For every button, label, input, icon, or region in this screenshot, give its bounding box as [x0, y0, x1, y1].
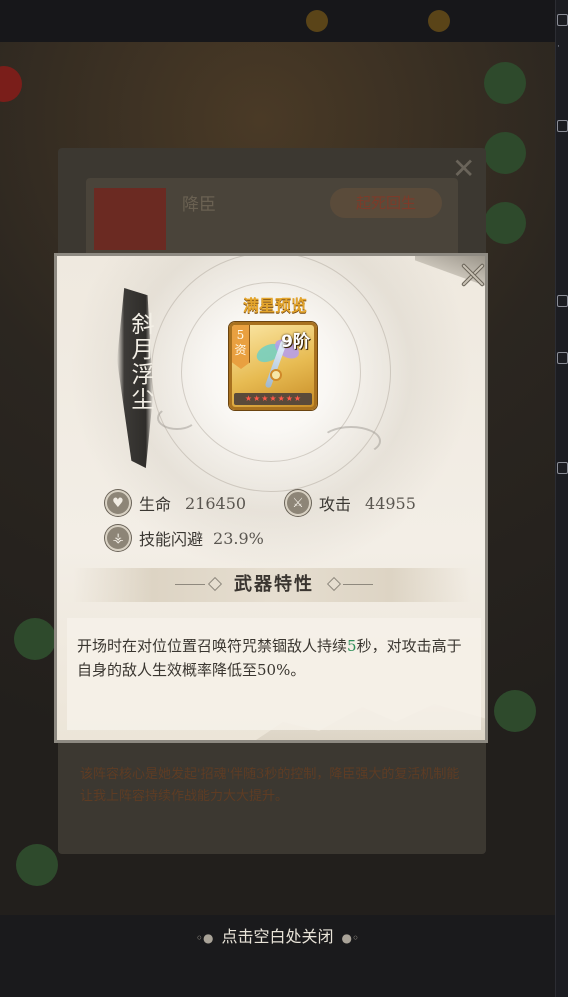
- top-bar: [0, 0, 555, 42]
- background-revive-button: 起死回生: [330, 188, 442, 218]
- close-button[interactable]: [455, 258, 485, 292]
- side-orb-icon: [484, 132, 526, 174]
- ink-swirl: [321, 426, 381, 456]
- stat-label: 生命: [139, 495, 172, 514]
- sidebar-checkbox: [557, 295, 568, 307]
- sidebar-checkbox: [557, 352, 568, 364]
- weapon-preview-modal: 斜月浮尘 满星预览 5资 9阶 ★ ★ ★ ★ ★ ★ ★ ♥ 生命 216450 ⚔ 攻击…: [54, 253, 488, 743]
- section-divider: [343, 584, 373, 585]
- sidebar-glyph: ·: [557, 42, 560, 52]
- star-icon: ★: [277, 394, 285, 403]
- hero-name: 斜月浮尘: [127, 312, 153, 412]
- stat-skill-dodge: ⚶ 技能闪避 23.9%: [105, 524, 264, 552]
- description-text: 开场时在对位位置召唤符咒禁锢敌人持续: [77, 637, 348, 655]
- stat-value: 216450: [185, 493, 247, 513]
- description-highlight: 5: [347, 637, 357, 655]
- weapon-gem: [270, 369, 282, 381]
- side-orb-icon: [16, 844, 58, 886]
- section-title: 武器特性: [234, 574, 314, 595]
- close-hint[interactable]: ◦● 点击空白处关闭 ●◦: [0, 922, 555, 952]
- side-orb-icon: [484, 202, 526, 244]
- background-description: 该阵容核心是她发起'招魂'伴随3秒的控制，降臣强大的复活机制能让我上阵容持续作战…: [80, 767, 460, 804]
- grade-label: 9阶: [281, 332, 310, 352]
- star-icon: ★: [253, 394, 261, 403]
- stat-attack: ⚔ 攻击 44955: [285, 489, 416, 517]
- stat-hp: ♥ 生命 216450: [105, 489, 246, 517]
- hint-deco-left: ◦●: [195, 931, 214, 945]
- star-icon: ★: [285, 394, 293, 403]
- stat-label: 攻击: [319, 495, 352, 514]
- weapon-item-card[interactable]: 5资 9阶 ★ ★ ★ ★ ★ ★ ★: [229, 322, 317, 410]
- side-orb-icon: [14, 618, 56, 660]
- sword-icon: ⚔: [285, 490, 311, 516]
- sidebar-checkbox: [557, 462, 568, 474]
- stat-label: 技能闪避: [139, 530, 204, 549]
- background-hero-portrait: [94, 188, 166, 250]
- star-icon: ★: [244, 394, 253, 403]
- weapon-description: 开场时在对位位置召唤符咒禁锢敌人持续5秒，对攻击高于自身的敌人生效概率降低至50…: [77, 634, 473, 682]
- ink-swirl: [157, 406, 197, 430]
- stat-value: 44955: [365, 493, 416, 513]
- heart-icon: ♥: [105, 490, 131, 516]
- background-hero-tag: 降臣: [182, 195, 216, 215]
- side-orb-icon: [484, 62, 526, 104]
- dev-sidebar: ·: [555, 0, 568, 997]
- section-divider: [175, 584, 205, 585]
- full-star-preview-title: 满星预览: [242, 296, 307, 315]
- side-orb-icon: [494, 690, 536, 732]
- star-icon: ★: [261, 394, 269, 403]
- sidebar-checkbox: [557, 14, 568, 26]
- hint-deco-right: ●◦: [341, 931, 360, 945]
- aptitude-badge: 5资: [232, 325, 250, 369]
- bell-icon: [428, 10, 450, 32]
- star-rating: ★ ★ ★ ★ ★ ★ ★: [234, 393, 312, 405]
- star-icon: ★: [293, 394, 302, 403]
- stat-value: 23.9%: [213, 528, 264, 548]
- dodge-icon: ⚶: [105, 525, 131, 551]
- star-icon: ★: [269, 394, 277, 403]
- sidebar-checkbox: [557, 120, 568, 132]
- currency-icon: [306, 10, 328, 32]
- red-badge-icon: [0, 66, 22, 102]
- close-hint-text: 点击空白处关闭: [221, 927, 334, 946]
